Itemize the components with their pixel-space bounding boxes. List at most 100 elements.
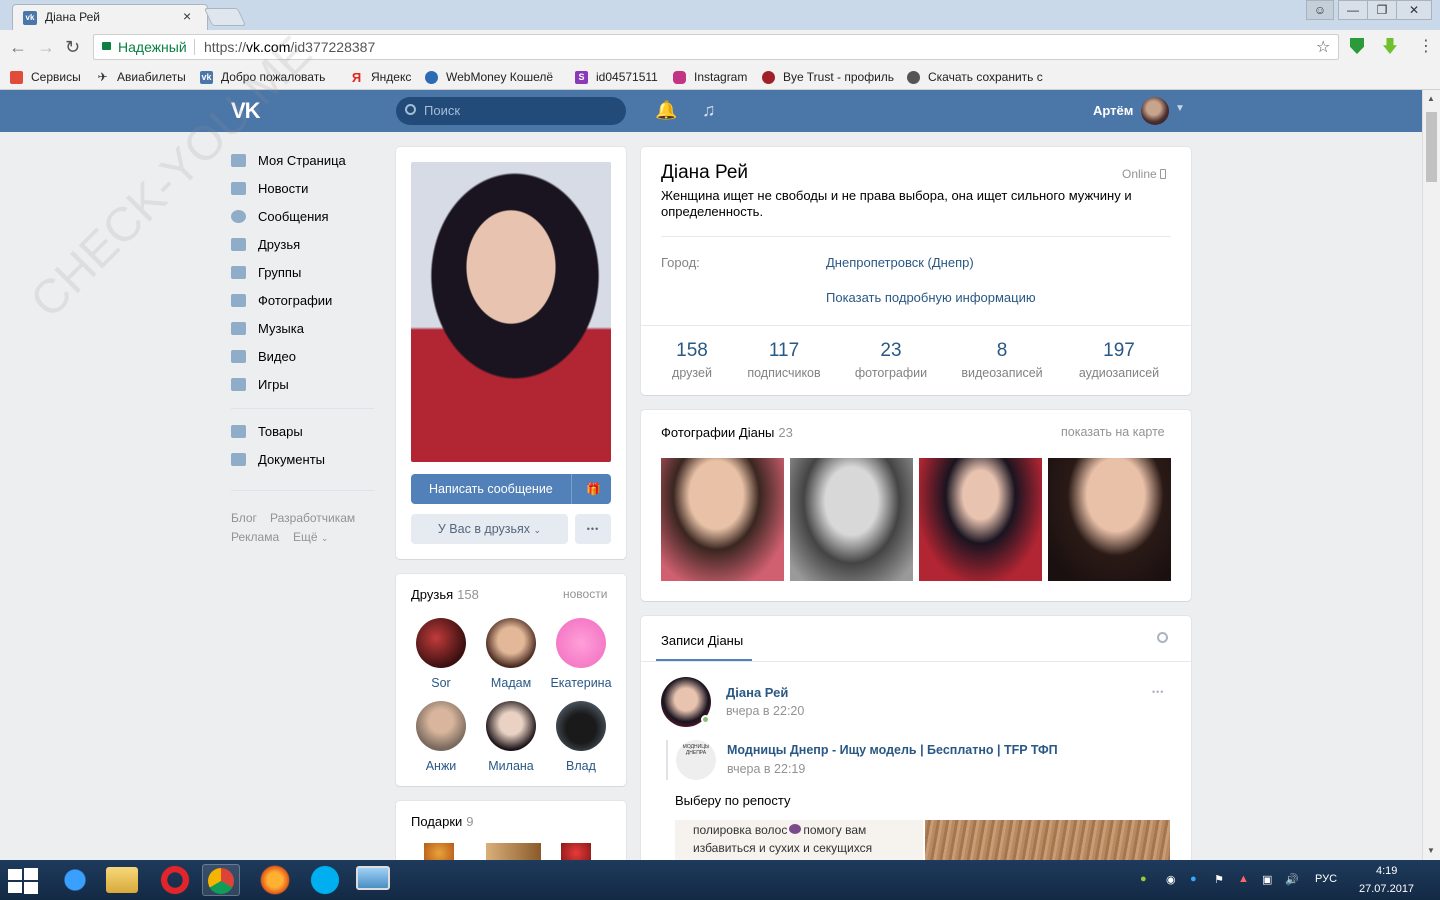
- reload-icon[interactable]: ↻: [65, 37, 80, 58]
- show-on-map-link[interactable]: показать на карте: [1061, 425, 1165, 439]
- menu-dots-icon[interactable]: ⋮: [1418, 36, 1434, 56]
- repost-time[interactable]: вчера в 22:19: [727, 762, 805, 776]
- page-scrollbar[interactable]: ▲ ▼: [1422, 90, 1440, 860]
- counter-friends[interactable]: 158 друзей: [656, 340, 728, 380]
- bookmark-byetrust[interactable]: Bye Trust - профиль: [762, 68, 894, 86]
- search-input[interactable]: Поиск: [396, 97, 626, 125]
- post-menu-icon[interactable]: •••: [1152, 687, 1164, 697]
- friend-item[interactable]: Sor: [406, 618, 476, 690]
- new-tab-button[interactable]: [203, 8, 247, 26]
- forward-icon[interactable]: →: [37, 37, 55, 58]
- menu-video[interactable]: Видео: [231, 344, 296, 368]
- post-time[interactable]: вчера в 22:20: [726, 704, 804, 718]
- photo-thumbnail[interactable]: [1048, 458, 1171, 581]
- menu-groups[interactable]: Группы: [231, 260, 301, 284]
- tray-skype-icon[interactable]: ●: [1190, 873, 1197, 885]
- menu-my-page[interactable]: Моя Страница: [231, 148, 346, 172]
- keyboard-language[interactable]: РУС: [1315, 873, 1337, 885]
- minimize-button[interactable]: —: [1338, 0, 1368, 20]
- bookmark-instagram[interactable]: Instagram: [673, 68, 747, 86]
- tray-antivirus-icon[interactable]: ▲: [1238, 873, 1249, 885]
- friend-item[interactable]: Анжи: [406, 701, 476, 773]
- user-avatar[interactable]: [1141, 97, 1169, 125]
- tray-flag-icon[interactable]: ⚑: [1214, 873, 1224, 886]
- tray-volume-icon[interactable]: 🔊: [1285, 873, 1299, 886]
- internet-explorer-icon[interactable]: [56, 864, 94, 896]
- windows-start-icon[interactable]: [8, 868, 38, 894]
- firefox-icon[interactable]: [256, 864, 294, 896]
- scrollbar-thumb[interactable]: [1426, 112, 1437, 182]
- photo-thumbnail[interactable]: [790, 458, 913, 581]
- menu-goods[interactable]: Товары: [231, 419, 303, 443]
- profile-icon[interactable]: ☺: [1306, 0, 1334, 20]
- gifts-title[interactable]: Подарки 9: [411, 814, 474, 829]
- skype-icon[interactable]: [306, 864, 344, 896]
- post-author-name[interactable]: Діана Рей: [726, 685, 788, 700]
- footer-ads[interactable]: Реклама: [231, 530, 279, 544]
- close-window-button[interactable]: ✕: [1396, 0, 1432, 20]
- opera-icon[interactable]: [156, 864, 194, 896]
- bookmark-star-icon[interactable]: ☆: [1316, 37, 1330, 57]
- chevron-down-icon[interactable]: ▼: [1175, 103, 1185, 114]
- maximize-button[interactable]: ❐: [1367, 0, 1397, 20]
- music-note-icon[interactable]: ♫: [702, 100, 716, 121]
- close-tab-icon[interactable]: ×: [183, 8, 191, 24]
- counter-photos[interactable]: 23 фотографии: [846, 340, 936, 380]
- shield-extension-icon[interactable]: [1350, 38, 1364, 54]
- footer-blog[interactable]: Блог: [231, 511, 257, 525]
- file-explorer-icon[interactable]: [106, 867, 138, 893]
- menu-messages[interactable]: Сообщения: [231, 204, 329, 228]
- footer-developers[interactable]: Разработчикам: [270, 511, 355, 525]
- send-message-button[interactable]: Написать сообщение 🎁: [411, 474, 611, 504]
- bookmark-id[interactable]: Sid04571511: [575, 68, 658, 86]
- clock-date[interactable]: 27.07.2017: [1359, 883, 1414, 895]
- tray-steam-icon[interactable]: ◉: [1166, 873, 1176, 886]
- tray-app-icon[interactable]: ●: [1140, 873, 1147, 885]
- photo-thumbnail[interactable]: [919, 458, 1042, 581]
- repost-source-avatar[interactable]: МОДНИЦЫ ДНЕПРА: [676, 740, 716, 780]
- bell-icon[interactable]: 🔔: [655, 100, 677, 121]
- menu-photos[interactable]: Фотографии: [231, 288, 332, 312]
- footer-more[interactable]: Ещё ⌄: [293, 530, 328, 544]
- counter-audio[interactable]: 197 аудиозаписей: [1069, 340, 1169, 380]
- tab-wall-posts[interactable]: Записи Діаны: [661, 633, 743, 648]
- gift-icon[interactable]: 🎁: [586, 474, 601, 504]
- scroll-up-icon[interactable]: ▲: [1427, 94, 1435, 103]
- city-link[interactable]: Днепропетровск (Днепр): [826, 255, 974, 270]
- back-icon[interactable]: ←: [9, 37, 27, 58]
- friends-title[interactable]: Друзья 158: [411, 587, 479, 602]
- photo-thumbnail[interactable]: [661, 458, 784, 581]
- menu-games[interactable]: Игры: [231, 372, 289, 396]
- user-name[interactable]: Артём: [1093, 103, 1133, 118]
- bookmark-yandex[interactable]: Я Яндекс: [350, 68, 412, 86]
- download-extension-icon[interactable]: [1383, 38, 1397, 54]
- menu-news[interactable]: Новости: [231, 176, 308, 200]
- search-icon[interactable]: [1157, 632, 1168, 643]
- counter-followers[interactable]: 117 подписчиков: [738, 340, 830, 380]
- friends-news-link[interactable]: новости: [563, 587, 607, 601]
- friend-item[interactable]: Милана: [476, 701, 546, 773]
- bookmark-webmoney[interactable]: WebMoney Кошелё: [425, 68, 553, 86]
- counter-videos[interactable]: 8 видеозаписей: [951, 340, 1053, 380]
- photos-title[interactable]: Фотографии Діаны 23: [661, 425, 793, 440]
- menu-music[interactable]: Музыка: [231, 316, 304, 340]
- profile-photo[interactable]: [411, 162, 611, 462]
- show-details-link[interactable]: Показать подробную информацию: [826, 290, 1036, 305]
- scroll-down-icon[interactable]: ▼: [1427, 846, 1435, 855]
- friend-status-button[interactable]: У Вас в друзьях ⌄: [411, 514, 568, 544]
- tray-network-icon[interactable]: ▣: [1262, 873, 1272, 886]
- bookmark-aviabilety[interactable]: ✈ Авиабилеты: [96, 68, 185, 86]
- repost-source-name[interactable]: Модницы Днепр - Ищу модель | Бесплатно |…: [727, 743, 1058, 757]
- monitor-icon[interactable]: [356, 866, 390, 890]
- friend-item[interactable]: Мадам: [476, 618, 546, 690]
- bookmark-services[interactable]: Сервисы: [10, 68, 81, 86]
- browser-tab[interactable]: vk Діана Рей ×: [12, 4, 208, 30]
- menu-documents[interactable]: Документы: [231, 447, 325, 471]
- friend-item[interactable]: Екатерина: [546, 618, 616, 690]
- chrome-taskbar-button[interactable]: [202, 864, 240, 896]
- clock-time[interactable]: 4:19: [1376, 865, 1397, 877]
- friend-item[interactable]: Влад: [546, 701, 616, 773]
- more-actions-button[interactable]: •••: [575, 514, 611, 544]
- bookmark-download[interactable]: Скачать сохранить с: [907, 68, 1043, 86]
- menu-friends[interactable]: Друзья: [231, 232, 300, 256]
